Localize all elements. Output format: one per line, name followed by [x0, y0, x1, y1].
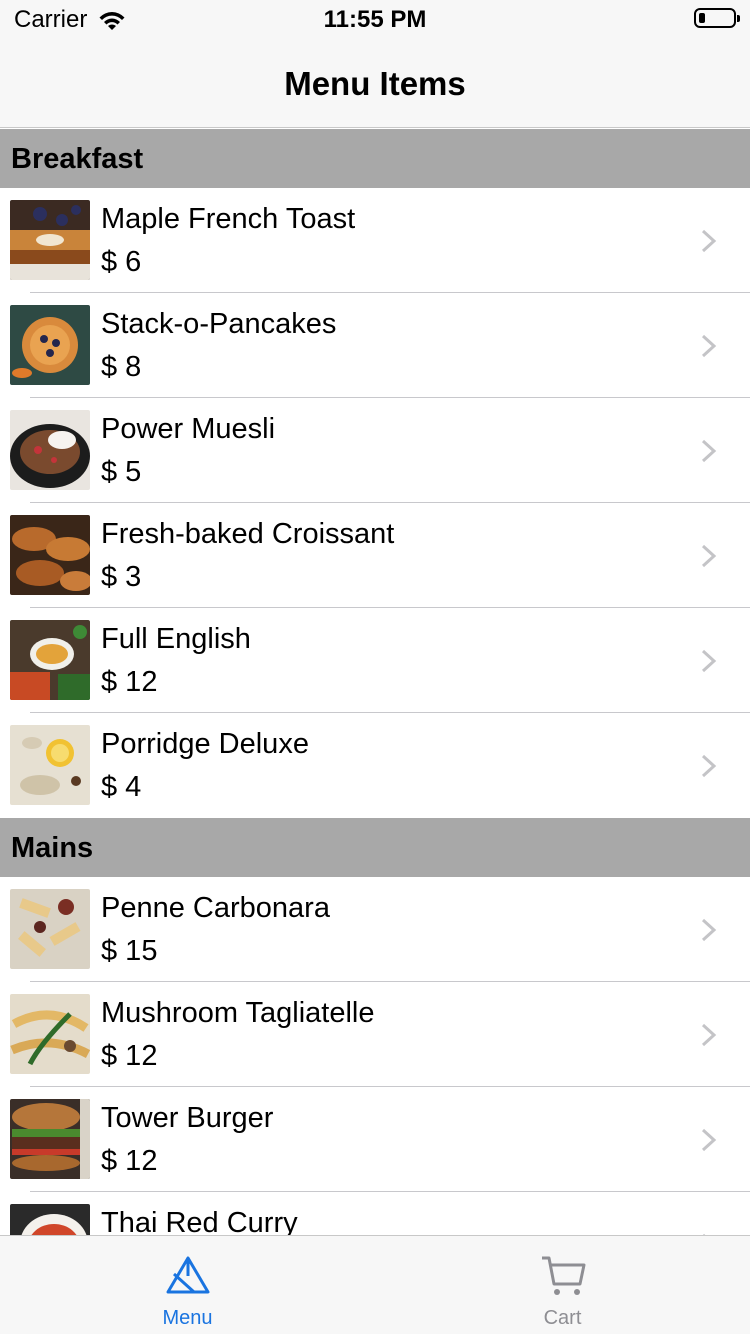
- navigation-bar: Menu Items: [0, 40, 750, 128]
- menu-item-row[interactable]: Full English $ 12: [0, 608, 750, 713]
- maple-french-toast-photo: [10, 200, 90, 280]
- item-price: $ 6: [101, 246, 142, 278]
- item-price: $ 12: [101, 1145, 158, 1177]
- menu-item-row[interactable]: Maple French Toast $ 6: [0, 188, 750, 293]
- item-price: $ 12: [101, 666, 158, 698]
- item-name: Power Muesli: [101, 413, 276, 445]
- menu-list[interactable]: Breakfast Maple French Toast $ 6 Stack-o…: [0, 129, 750, 1235]
- page-title: Menu Items: [284, 65, 466, 102]
- tab-label: Menu: [162, 1307, 213, 1329]
- tab-cart[interactable]: Cart: [375, 1236, 750, 1335]
- chevron-right-icon: [701, 1128, 717, 1152]
- item-price: $ 4: [101, 771, 142, 803]
- item-name: Thai Red Curry: [101, 1207, 298, 1235]
- tab-bar: Menu Cart: [0, 1235, 750, 1334]
- menu-item-row[interactable]: Porridge Deluxe $ 4: [0, 713, 750, 818]
- battery-icon: [694, 8, 740, 28]
- item-name: Penne Carbonara: [101, 892, 330, 924]
- thai-red-curry-photo: [10, 1204, 90, 1235]
- status-time: 11:55 PM: [323, 6, 427, 33]
- chevron-right-icon: [701, 334, 717, 358]
- section-header-mains: Mains: [0, 818, 750, 877]
- tab-menu[interactable]: Menu: [0, 1236, 375, 1335]
- section-title: Mains: [11, 832, 94, 864]
- menu-pyramid-icon: [166, 1256, 209, 1294]
- power-muesli-photo: [10, 410, 90, 490]
- status-bar: Carrier 11:55 PM: [0, 0, 750, 40]
- tower-burger-photo: [10, 1099, 90, 1179]
- item-price: $ 3: [101, 561, 142, 593]
- penne-carbonara-photo: [10, 889, 90, 969]
- croissant-photo: [10, 515, 90, 595]
- menu-item-row[interactable]: Fresh-baked Croissant $ 3: [0, 503, 750, 608]
- battery-level: [699, 13, 705, 23]
- section-header-breakfast: Breakfast: [0, 129, 750, 188]
- item-name: Tower Burger: [101, 1102, 274, 1134]
- item-name: Maple French Toast: [101, 203, 356, 235]
- section-title: Breakfast: [11, 143, 144, 175]
- item-name: Stack-o-Pancakes: [101, 308, 337, 340]
- chevron-right-icon: [701, 439, 717, 463]
- chevron-right-icon: [701, 754, 717, 778]
- menu-item-row[interactable]: Stack-o-Pancakes $ 8: [0, 293, 750, 398]
- menu-item-row[interactable]: Mushroom Tagliatelle $ 12: [0, 982, 750, 1087]
- item-name: Fresh-baked Croissant: [101, 518, 395, 550]
- chevron-right-icon: [701, 649, 717, 673]
- porridge-deluxe-photo: [10, 725, 90, 805]
- cart-icon: [541, 1256, 585, 1295]
- chevron-right-icon: [701, 918, 717, 942]
- item-price: $ 12: [101, 1040, 158, 1072]
- item-name: Mushroom Tagliatelle: [101, 997, 375, 1029]
- item-price: $ 5: [101, 456, 142, 488]
- item-price: $ 8: [101, 351, 142, 383]
- chevron-right-icon: [701, 1023, 717, 1047]
- menu-item-row[interactable]: Penne Carbonara $ 15: [0, 877, 750, 982]
- full-english-photo: [10, 620, 90, 700]
- item-price: $ 15: [101, 935, 158, 967]
- item-name: Porridge Deluxe: [101, 728, 309, 760]
- menu-item-row[interactable]: Power Muesli $ 5: [0, 398, 750, 503]
- chevron-right-icon: [701, 229, 717, 253]
- menu-item-row[interactable]: Thai Red Curry: [0, 1192, 750, 1235]
- chevron-right-icon: [701, 544, 717, 568]
- menu-item-row[interactable]: Tower Burger $ 12: [0, 1087, 750, 1192]
- tab-label: Cart: [543, 1307, 582, 1329]
- stack-o-pancakes-photo: [10, 305, 90, 385]
- mushroom-tagliatelle-photo: [10, 994, 90, 1074]
- item-name: Full English: [101, 623, 251, 655]
